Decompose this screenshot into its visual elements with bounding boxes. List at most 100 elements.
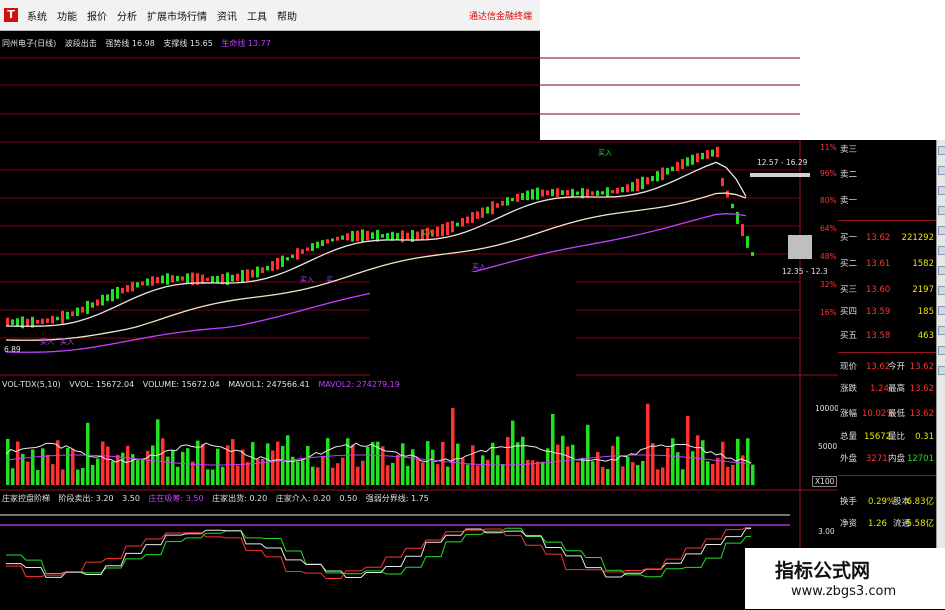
toolbar-button[interactable]: [938, 306, 945, 315]
candle: [331, 238, 334, 242]
low-price-tag: 6.89: [4, 345, 21, 354]
menu-item-analysis[interactable]: 分析: [112, 8, 142, 23]
toolbar-button[interactable]: [938, 206, 945, 215]
osc-distribute: 庄家出货: 0.20: [212, 494, 268, 503]
toolbar-button[interactable]: [938, 266, 945, 275]
candle: [456, 222, 459, 227]
toolbar-button[interactable]: [938, 326, 945, 335]
volume-bar: [296, 461, 300, 485]
candle: [681, 159, 684, 170]
range-tag-low: 12.35 - 12.3: [782, 267, 828, 276]
candle: [466, 216, 469, 224]
volume-bar: [611, 445, 615, 485]
bid-label: 买三: [840, 285, 858, 295]
bid-row[interactable]: 买二 13.61 1582: [838, 258, 936, 270]
menu-item-info[interactable]: 资讯: [212, 8, 242, 23]
candle: [446, 222, 449, 235]
bid-row[interactable]: 买一 13.62 221292: [838, 232, 936, 244]
toolbar-button[interactable]: [938, 166, 945, 175]
candle: [451, 220, 454, 233]
toolbar-button[interactable]: [938, 286, 945, 295]
volume-bar: [91, 464, 95, 485]
candle: [211, 276, 214, 283]
menu-item-tools[interactable]: 工具: [242, 8, 272, 23]
stat-key: 最高: [888, 384, 906, 394]
volume-bar: [621, 466, 625, 485]
candle: [636, 178, 639, 192]
ask-label: 卖三: [840, 145, 858, 155]
toolbar-button[interactable]: [938, 226, 945, 235]
candle: [576, 191, 579, 195]
candle: [556, 188, 559, 197]
volume-bar: [141, 458, 145, 485]
volume-bar: [356, 466, 360, 485]
volume-bar: [31, 449, 35, 485]
ask-row: 卖三: [838, 144, 936, 156]
bid-row[interactable]: 买三 13.60 2197: [838, 284, 936, 296]
volume-bar: [626, 456, 630, 485]
stat-value: 13.62: [909, 384, 934, 394]
volume-bar: [511, 420, 515, 485]
volume-bar: [151, 445, 155, 485]
volume-bar: [731, 464, 735, 485]
candle: [111, 289, 114, 302]
menu-item-system[interactable]: 系统: [22, 8, 52, 23]
bid-row[interactable]: 买五 13.58 463: [838, 330, 936, 342]
volume-bar: [321, 455, 325, 485]
pct-axis-label: 16%: [820, 308, 837, 317]
volume-bar: [566, 446, 570, 485]
menu-item-quote[interactable]: 报价: [82, 8, 112, 23]
candle: [706, 150, 709, 159]
toolbar-button[interactable]: [938, 246, 945, 255]
stat-key: 总量: [840, 432, 858, 442]
broker-link[interactable]: 通达信金融终端: [469, 9, 532, 22]
volume-bar: [176, 466, 180, 485]
toolbar-button[interactable]: [938, 366, 945, 375]
volume-bar: [641, 460, 645, 485]
stat-value: 12701: [906, 454, 934, 464]
volume-bar: [656, 469, 660, 485]
candle: [561, 190, 564, 195]
volume-bar: [6, 438, 10, 485]
menu-item-help[interactable]: 帮助: [272, 8, 302, 23]
osc-value: 3.50: [122, 494, 140, 503]
volume-bar: [631, 462, 635, 485]
stat-key: 内盘: [888, 454, 906, 464]
menu-item-function[interactable]: 功能: [52, 8, 82, 23]
volume-bar: [556, 444, 560, 485]
stat-key: 最低: [888, 409, 906, 419]
volume-bar: [391, 462, 395, 485]
candle: [246, 269, 249, 282]
side-toolbar[interactable]: [936, 140, 945, 560]
volume-legend: VOL-TDX(5,10) VVOL: 15672.04 VOLUME: 156…: [2, 380, 406, 389]
candle: [161, 275, 164, 284]
ask-row: 卖一: [838, 195, 936, 207]
bid-price: 13.59: [866, 307, 891, 317]
volume-axis-label: 5000: [818, 442, 838, 451]
toolbar-button[interactable]: [938, 146, 945, 155]
candle: [416, 231, 419, 240]
candle: [751, 252, 754, 256]
candle: [186, 273, 189, 285]
candle: [506, 197, 509, 206]
volume-bar: [491, 442, 495, 485]
candle: [166, 273, 169, 285]
bid-row[interactable]: 买四 13.59 185: [838, 306, 936, 318]
candle: [351, 230, 354, 242]
toolbar-button[interactable]: [938, 186, 945, 195]
candle: [176, 275, 179, 282]
stat-row: 外盘 3271 内盘 12701: [838, 453, 936, 465]
volume-vvol: VVOL: 15672.04: [69, 380, 135, 389]
toolbar-button[interactable]: [938, 346, 945, 355]
volume-bar: [371, 442, 375, 485]
candle: [306, 247, 309, 251]
stat-key: 外盘: [840, 454, 858, 464]
volume-bar: [36, 469, 40, 485]
candle: [281, 255, 284, 267]
menu-item-ext-market[interactable]: 扩展市场行情: [142, 8, 212, 23]
candle: [666, 168, 669, 175]
volume-bar: [506, 436, 510, 485]
volume-bar: [171, 449, 175, 485]
volume-axis-label: 10000: [815, 404, 839, 413]
candle: [256, 266, 259, 278]
